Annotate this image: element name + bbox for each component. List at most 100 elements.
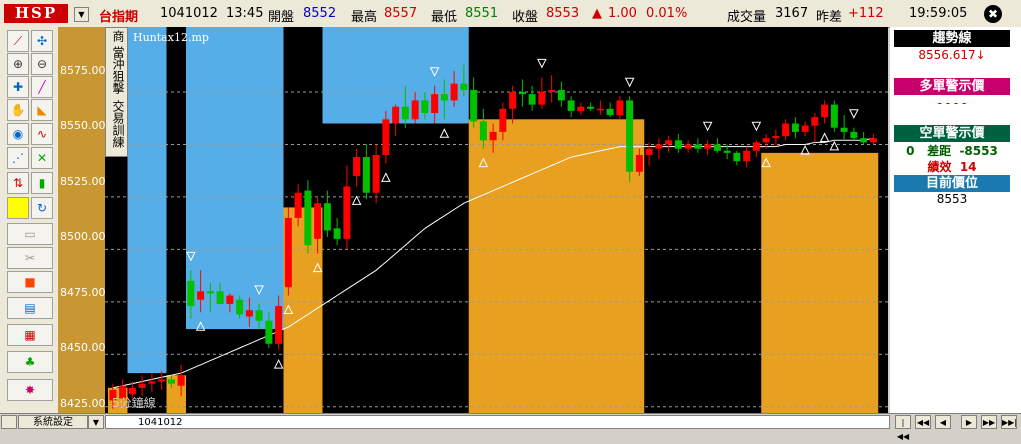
y-tick-label: 8575.00	[60, 64, 106, 77]
candle-body	[314, 203, 322, 239]
folder-icon[interactable]: ▭	[7, 223, 53, 245]
stop-icon[interactable]: ■	[7, 271, 53, 293]
drawing-toolbar: ⟋ ✣ ⊕ ⊖ ✚ ╱ ✋ ◣ ◉ ∿ ⋰ ✕ ⇅ ▮ ↻ ▭ ✂ ■ ▤ ▦ …	[0, 27, 60, 413]
strategy-tabs: 商 當沖狙擊 交易訓練	[105, 27, 128, 157]
candle-body	[635, 154, 643, 172]
candle-body	[138, 383, 146, 388]
candle-body	[821, 104, 829, 118]
y-tick-label: 8550.00	[60, 119, 106, 132]
chart-icon[interactable]: ▤	[7, 297, 53, 319]
volume-label: 成交量	[727, 10, 767, 25]
y-axis: 8575.00 8550.00 8525.00 8500.00 8475.00 …	[58, 27, 106, 413]
cross-icon[interactable]: ✕	[31, 147, 53, 169]
chevron-down-icon[interactable]: ▼	[88, 415, 104, 429]
nav-fast-forward-button[interactable]: ▶▶	[981, 415, 997, 429]
change-arrow-icon: ▲	[592, 6, 602, 21]
candle-body	[733, 152, 741, 162]
candle-body	[440, 94, 448, 101]
perf-value: 14	[959, 160, 977, 174]
current-price-value: 8553	[936, 192, 968, 206]
short-alert-position: 0	[906, 144, 915, 158]
close-value: 8553	[546, 6, 580, 21]
candle-body	[206, 291, 214, 294]
nav-last-button[interactable]: ▶▶|	[1001, 415, 1017, 429]
file-label: Huntax12.mp	[133, 31, 209, 44]
candle-body	[811, 117, 819, 126]
nav-fast-back-button[interactable]: ◀◀	[915, 415, 931, 429]
quote-time: 13:45	[226, 6, 264, 21]
pen-icon[interactable]: ╱	[31, 76, 53, 98]
trend-icon[interactable]: ⋰	[7, 147, 29, 169]
yellow-square-icon[interactable]	[7, 197, 29, 219]
nav-back-button[interactable]: ◀	[935, 415, 951, 429]
clock: 19:59:05	[909, 6, 968, 21]
candle-body	[674, 140, 682, 149]
candle-body	[713, 144, 721, 151]
y-tick-label: 8500.00	[60, 230, 106, 243]
candle-body	[801, 125, 809, 132]
candle-body	[304, 190, 312, 246]
low-value: 8551	[465, 6, 499, 21]
symbol-name: 台指期	[99, 10, 139, 25]
crosshair-icon[interactable]: ✚	[7, 76, 29, 98]
shape-icon[interactable]: ◣	[31, 99, 53, 121]
grid-icon[interactable]: ▦	[7, 324, 53, 346]
high-label: 最高	[351, 10, 378, 25]
diff-label: 昨差	[816, 10, 843, 25]
tab-daytrade-sniper[interactable]: 當沖狙擊	[110, 46, 127, 94]
settings-button[interactable]: 系統設定	[18, 415, 88, 429]
tab-trade-training[interactable]: 交易訓練	[110, 100, 127, 148]
draw-line-icon[interactable]: ⟋	[7, 30, 29, 52]
candle-body	[216, 291, 224, 304]
candle-body	[489, 131, 497, 141]
close-label: 收盤	[512, 10, 539, 25]
hand-icon[interactable]: ✋	[7, 99, 29, 121]
short-diff-value: -8553	[959, 144, 998, 158]
candle-body	[557, 89, 565, 101]
short-diff-label: 差距	[927, 144, 952, 158]
price-chart[interactable]: Huntax12.mp 5分鐘線	[105, 27, 888, 413]
zoom-in-icon[interactable]: ⊕	[7, 53, 29, 75]
candle-body	[167, 379, 175, 384]
candle-body	[382, 119, 390, 155]
candle-body	[518, 92, 526, 95]
candle-body	[762, 138, 770, 143]
candle-body	[187, 280, 195, 307]
open-value: 8552	[303, 6, 337, 21]
users-icon[interactable]: ♣	[7, 351, 53, 373]
color-wheel-icon[interactable]: ◉	[7, 123, 29, 145]
signal-panel: 趨勢線 8556.617↓ 多單警示價 - - - - 空單警示價 0 差距 -…	[890, 27, 1021, 413]
change-value: 1.00	[608, 6, 637, 21]
star-icon[interactable]: ✸	[7, 379, 53, 401]
candle-body	[392, 106, 400, 124]
candle-body	[197, 291, 205, 300]
candle-body	[616, 100, 624, 116]
chevron-down-icon[interactable]: ▼	[74, 7, 89, 22]
nav-forward-button[interactable]: ▶	[961, 415, 977, 429]
close-icon[interactable]: ✖	[984, 5, 1002, 23]
tab-shang[interactable]: 商	[110, 30, 127, 42]
arrows-icon[interactable]: ⇅	[7, 172, 29, 194]
candle-body	[362, 157, 370, 193]
zoom-out-icon[interactable]: ⊖	[31, 53, 53, 75]
candle-body	[655, 144, 663, 149]
candle-body	[401, 106, 409, 120]
date-scrollbar[interactable]: 1041012	[105, 415, 890, 429]
quote-date: 1041012	[160, 6, 218, 21]
candle-icon[interactable]: ▮	[31, 172, 53, 194]
nav-first-button[interactable]: |◀◀	[895, 415, 911, 441]
candle-body	[372, 154, 380, 193]
candle-body	[850, 131, 858, 139]
scissors-icon[interactable]: ✂	[7, 247, 53, 269]
candle-body	[665, 140, 673, 145]
refresh-icon[interactable]: ↻	[31, 197, 53, 219]
candle-body	[294, 192, 302, 218]
candle-body	[128, 387, 136, 395]
candle-body	[548, 89, 556, 93]
candlestick-chart[interactable]: Huntax12.mp 5分鐘線	[105, 27, 888, 413]
wave-icon[interactable]: ∿	[31, 123, 53, 145]
cursor-icon[interactable]: ✣	[31, 30, 53, 52]
bottom-left-box	[1, 415, 17, 429]
candle-body	[596, 108, 604, 111]
candle-body	[782, 123, 790, 137]
